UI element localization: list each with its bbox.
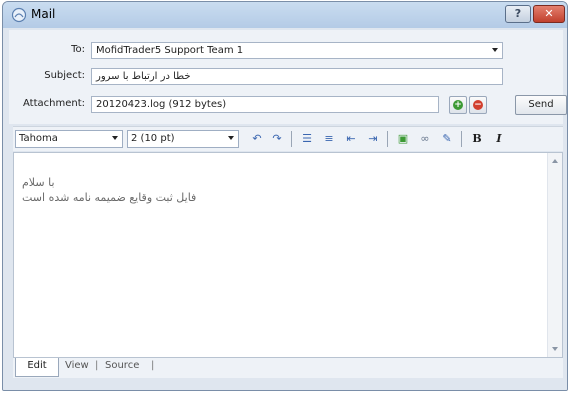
to-label: To: [71,44,85,55]
editor-tabs: Edit View | Source | [13,358,563,378]
mail-icon [11,7,27,23]
remove-icon: − [473,100,483,110]
plus-icon: + [453,100,463,110]
outdent-icon[interactable]: ⇤ [343,131,359,147]
tab-separator: | [95,360,99,371]
send-button[interactable]: Send [515,95,567,115]
redo-icon[interactable]: ↷ [269,131,285,147]
close-button[interactable]: ✕ [533,5,565,23]
indent-icon[interactable]: ⇥ [365,131,381,147]
window-title: Mail [31,7,56,21]
remove-attachment-button[interactable]: − [469,96,487,114]
chevron-down-icon [492,48,498,52]
message-editor[interactable]: با سلام فایل ثبت وقایع ضمیمه نامه شده اس… [13,152,563,358]
mail-window: Mail ? ✕ To: MofidTrader5 Support Team 1… [2,1,568,391]
status-bar [3,378,567,390]
help-button[interactable]: ? [505,5,531,23]
edit-html-icon[interactable]: ✎ [439,131,455,147]
chevron-down-icon [112,136,118,140]
attachment-field: 20120423.log (912 bytes) [91,96,439,113]
attachment-label: Attachment: [23,98,85,109]
italic-button[interactable]: I [491,131,507,147]
vertical-scrollbar[interactable] [547,153,562,357]
numbered-list-icon[interactable]: ≡ [321,131,337,147]
format-toolbar: Tahoma 2 (10 pt) ↶ ↷ ☰ ≡ ⇤ ⇥ ▣ ∞ ✎ B I [13,126,563,151]
message-line: با سلام [22,176,55,189]
font-select[interactable]: Tahoma [15,130,123,148]
attachment-value: 20120423.log (912 bytes) [96,99,227,110]
scroll-up-icon[interactable] [552,159,558,163]
message-line: فایل ثبت وقایع ضمیمه نامه شده است [22,191,197,204]
undo-icon[interactable]: ↶ [249,131,265,147]
insert-image-icon[interactable]: ▣ [395,131,411,147]
to-value: MofidTrader5 Support Team 1 [96,45,244,56]
message-header-form: To: MofidTrader5 Support Team 1 Subject:… [9,30,567,124]
subject-input[interactable]: خطا در ارتباط با سرور [91,68,503,85]
size-value: 2 (10 pt) [131,133,175,144]
tab-view[interactable]: View [65,358,89,376]
toolbar-separator [387,131,388,147]
message-body: با سلام فایل ثبت وقایع ضمیمه نامه شده اس… [22,175,196,205]
add-attachment-button[interactable]: + [449,96,467,114]
tab-separator: | [151,360,155,371]
chevron-down-icon [228,136,234,140]
to-select[interactable]: MofidTrader5 Support Team 1 [91,42,503,59]
bullet-list-icon[interactable]: ☰ [299,131,315,147]
font-value: Tahoma [19,133,58,144]
subject-label: Subject: [44,70,85,81]
tab-source[interactable]: Source [105,358,139,376]
subject-value: خطا در ارتباط با سرور [96,71,191,82]
title-bar: Mail ? ✕ [3,2,567,28]
toolbar-separator [461,131,462,147]
size-select[interactable]: 2 (10 pt) [127,130,239,148]
toolbar-separator [291,131,292,147]
bold-button[interactable]: B [469,131,485,147]
tab-edit[interactable]: Edit [15,358,59,377]
scroll-down-icon[interactable] [552,347,558,351]
link-icon[interactable]: ∞ [417,131,433,147]
